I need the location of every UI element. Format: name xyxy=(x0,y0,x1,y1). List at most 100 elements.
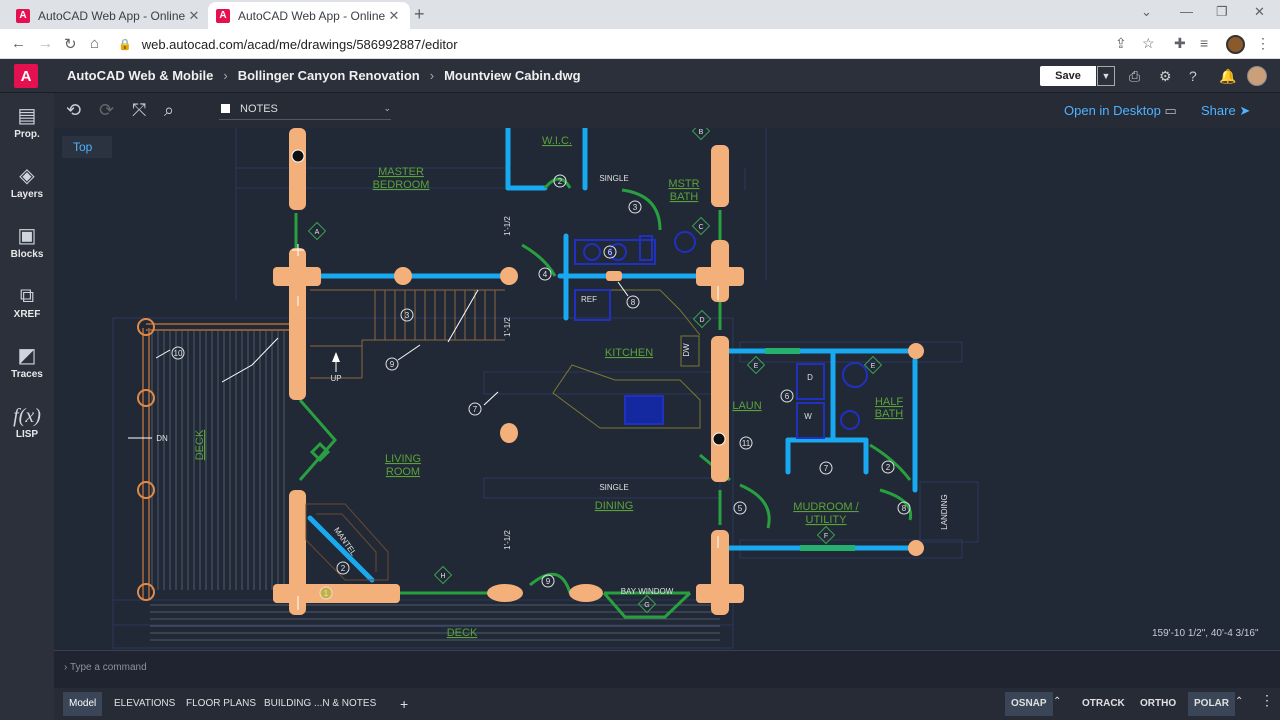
paper-plane-icon: ➤ xyxy=(1239,103,1251,118)
open-in-desktop-button[interactable]: Open in Desktop ▭ xyxy=(1064,103,1177,119)
drawing-canvas[interactable]: MASTER BEDROOM W.I.C. MSTR BATH KITCHEN LIVING… xyxy=(54,128,1280,650)
browser-menu-icon[interactable]: ⋮ xyxy=(1256,35,1270,52)
tag-number: 2 xyxy=(558,177,563,186)
tag-number: 3 xyxy=(405,311,410,320)
lock-icon: 🔒 xyxy=(118,38,132,51)
status-menu-icon[interactable]: ⋮ xyxy=(1260,692,1274,709)
zoom-extents-icon[interactable]: ⤧ xyxy=(132,100,146,121)
room-label: UTILITY xyxy=(806,514,848,526)
room-label: MUDROOM / xyxy=(793,501,859,513)
traces-icon: ◩ xyxy=(17,345,37,367)
command-input-placeholder[interactable]: › Type a command xyxy=(64,662,147,673)
back-icon[interactable]: ← xyxy=(11,35,26,52)
share-button[interactable]: Share ➤ xyxy=(1201,103,1250,119)
save-button[interactable]: Save xyxy=(1040,66,1096,86)
autocad-favicon-icon: A xyxy=(16,8,30,23)
tab-floor-plans[interactable]: FLOOR PLANS xyxy=(180,692,262,716)
command-line[interactable]: › Type a command xyxy=(54,650,1280,688)
otrack-toggle[interactable]: OTRACK xyxy=(1076,692,1131,716)
layers-icon: ◈ xyxy=(19,165,35,187)
minimize-icon[interactable]: — xyxy=(1180,4,1193,19)
tab-model[interactable]: Model xyxy=(63,692,103,716)
forward-icon[interactable]: → xyxy=(38,35,53,52)
help-icon[interactable]: ? xyxy=(1189,68,1197,84)
plan-label: REF xyxy=(581,295,597,304)
reading-list-icon[interactable]: ≡ xyxy=(1200,35,1208,51)
sidebar-item-properties[interactable]: ▤ Prop. xyxy=(0,105,54,140)
browser-profile-avatar[interactable] xyxy=(1226,35,1245,54)
osnap-toggle[interactable]: OSNAP xyxy=(1005,692,1053,716)
autocad-logo[interactable]: A xyxy=(14,64,38,88)
sidebar-item-blocks[interactable]: ▣ Blocks xyxy=(0,225,54,260)
bookmark-star-icon[interactable]: ☆ xyxy=(1142,35,1155,52)
sidebar-item-layers[interactable]: ◈ Layers xyxy=(0,165,54,200)
tab-elevations[interactable]: ELEVATIONS xyxy=(108,692,181,716)
tag-number: 5 xyxy=(738,504,743,513)
maximize-icon[interactable]: ❐ xyxy=(1216,4,1228,20)
app-header: A AutoCAD Web & Mobile › Bollinger Canyo… xyxy=(0,59,1280,93)
layout-status-bar: Model ELEVATIONS FLOOR PLANS BUILDING ..… xyxy=(54,688,1280,720)
user-avatar[interactable] xyxy=(1247,66,1267,86)
layer-selector[interactable]: NOTES ⌄ xyxy=(219,98,391,120)
tag-number: 8 xyxy=(902,504,907,513)
tag-number: 7 xyxy=(824,464,829,473)
extensions-icon[interactable]: ✚ xyxy=(1174,35,1186,52)
add-layout-icon[interactable]: + xyxy=(394,692,414,716)
undo-icon[interactable]: ⟲ xyxy=(66,100,81,121)
tag-number: 11 xyxy=(742,439,751,448)
tag-number: 4 xyxy=(543,270,548,279)
grid-tag-letter: C xyxy=(698,224,703,231)
floor-plan-drawing[interactable]: MASTERBEDROOMW.I.C.MSTRBATHKITCHENLIVING… xyxy=(54,128,1280,650)
ortho-toggle[interactable]: ORTHO xyxy=(1134,692,1182,716)
tab-building-notes[interactable]: BUILDING ...N & NOTES xyxy=(258,692,382,716)
breadcrumb-app[interactable]: AutoCAD Web & Mobile xyxy=(67,68,213,83)
close-tab-icon[interactable]: ✕ xyxy=(186,8,202,24)
view-cube-top[interactable]: Top xyxy=(62,136,112,158)
room-label: BATH xyxy=(875,408,904,420)
browser-tab[interactable]: A AutoCAD Web App - Online CAD ✕ xyxy=(8,2,210,29)
drawing-toolbar: ⟲ ⟳ ⤧ ⌕ NOTES ⌄ Open in Desktop ▭ Share … xyxy=(54,93,1280,128)
polar-chevron-up-icon[interactable]: ⌃ xyxy=(1235,696,1243,707)
osnap-chevron-up-icon[interactable]: ⌃ xyxy=(1053,696,1061,707)
chevron-right-icon: › xyxy=(429,68,435,83)
sidebar-item-xref[interactable]: ⧉ XREF xyxy=(0,285,54,320)
url-field[interactable]: 🔒 web.autocad.com/acad/me/drawings/58699… xyxy=(110,33,1110,55)
breadcrumb-project[interactable]: Bollinger Canyon Renovation xyxy=(238,68,420,83)
browser-address-bar: ← → ↻ ⌂ 🔒 web.autocad.com/acad/me/drawin… xyxy=(0,29,1280,59)
grid-tag-letter: H xyxy=(440,573,445,580)
new-tab-icon[interactable]: + xyxy=(414,4,425,25)
room-label: LIVING xyxy=(385,453,421,465)
close-tab-icon[interactable]: ✕ xyxy=(386,8,402,24)
room-label: DINING xyxy=(595,500,634,512)
tag-number: 8 xyxy=(631,298,636,307)
print-icon[interactable]: ⎙ xyxy=(1129,68,1140,85)
save-dropdown-chevron-icon[interactable]: ▼ xyxy=(1097,66,1115,86)
close-window-icon[interactable]: ✕ xyxy=(1254,4,1265,20)
room-label: ROOM xyxy=(386,466,420,478)
room-label: W.I.C. xyxy=(542,135,572,147)
grid-tag-letter: A xyxy=(315,229,320,236)
notification-bell-icon[interactable]: 🔔 xyxy=(1219,68,1236,85)
browser-tab-active[interactable]: A AutoCAD Web App - Online CAD ✕ xyxy=(208,2,410,29)
sidebar-item-traces[interactable]: ◩ Traces xyxy=(0,345,54,380)
tab-search-chevron-icon[interactable]: ⌄ xyxy=(1141,4,1152,20)
monitor-icon: ▭ xyxy=(1164,103,1177,118)
browser-tab-strip: A AutoCAD Web App - Online CAD ✕ A AutoC… xyxy=(0,0,1280,29)
blocks-icon: ▣ xyxy=(17,225,37,247)
polar-toggle[interactable]: POLAR xyxy=(1188,692,1235,716)
tag-number: 7 xyxy=(473,405,478,414)
sidebar-item-lisp[interactable]: f(x) LISP xyxy=(0,405,54,440)
grid-tag-letter: D xyxy=(699,317,704,324)
plan-label: D xyxy=(807,373,813,382)
redo-icon[interactable]: ⟳ xyxy=(99,100,114,121)
gear-icon[interactable]: ⚙ xyxy=(1159,68,1172,85)
room-label: HALF xyxy=(875,396,903,408)
browser-tab-title: AutoCAD Web App - Online CAD xyxy=(38,8,186,23)
reload-icon[interactable]: ↻ xyxy=(64,35,77,53)
xref-icon: ⧉ xyxy=(19,285,35,307)
share-page-icon[interactable]: ⇪ xyxy=(1115,35,1127,52)
tag-number: 9 xyxy=(546,577,551,586)
zoom-window-icon[interactable]: ⌕ xyxy=(164,100,174,121)
tag-number: 10 xyxy=(174,349,183,358)
home-icon[interactable]: ⌂ xyxy=(90,35,99,52)
